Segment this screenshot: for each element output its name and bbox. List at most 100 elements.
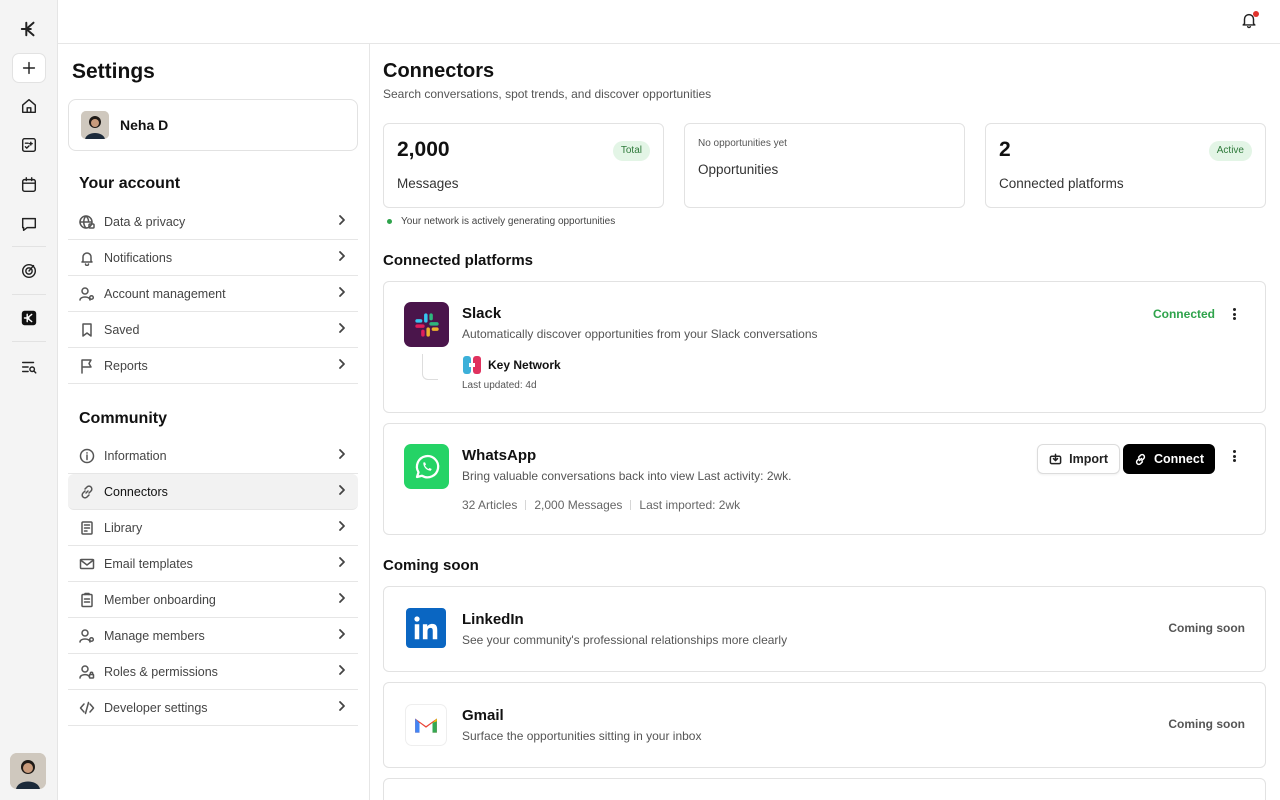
settings-title: Settings xyxy=(72,60,155,83)
menu-item-label: Saved xyxy=(104,322,140,337)
menu-item-roles-permissions[interactable]: Roles & permissions xyxy=(68,654,358,690)
import-icon xyxy=(1049,453,1062,464)
whatsapp-logo-icon xyxy=(404,444,449,489)
book-icon xyxy=(78,519,96,537)
connector-name: Slack xyxy=(462,305,502,322)
chat-icon[interactable] xyxy=(12,209,46,239)
home-icon[interactable] xyxy=(12,91,46,121)
workspace-logo-icon[interactable] xyxy=(12,303,46,333)
last-updated: Last updated: 4d xyxy=(462,380,537,391)
stat-value: 2,000 xyxy=(397,138,450,161)
coming-soon-title: Coming soon xyxy=(383,557,479,574)
bookmark-icon xyxy=(78,321,96,339)
menu-item-manage-members[interactable]: Manage members xyxy=(68,618,358,654)
network-note: Your network is actively generating oppo… xyxy=(387,216,615,227)
menu-item-label: Library xyxy=(104,520,143,535)
connector-card-next xyxy=(383,778,1266,800)
community-menu: Information Connectors Library Email tem… xyxy=(68,438,358,726)
import-label: Import xyxy=(1069,452,1108,466)
menu-item-label: Roles & permissions xyxy=(104,664,218,679)
status-badge: Coming soon xyxy=(1168,717,1245,731)
status-badge: Connected xyxy=(1152,307,1215,321)
chevron-right-icon xyxy=(336,700,348,715)
menu-item-data-privacy[interactable]: Data & privacy xyxy=(68,204,358,240)
clipboard-icon xyxy=(78,591,96,609)
avatar[interactable] xyxy=(10,753,46,789)
info-icon xyxy=(78,447,96,465)
menu-item-member-onboarding[interactable]: Member onboarding xyxy=(68,582,358,618)
menu-item-reports[interactable]: Reports xyxy=(68,348,358,384)
profile-card[interactable]: Neha D xyxy=(68,99,358,151)
menu-item-account-management[interactable]: Account management xyxy=(68,276,358,312)
search-list-icon[interactable] xyxy=(12,352,46,382)
menu-item-label: Member onboarding xyxy=(104,592,216,607)
menu-item-email-templates[interactable]: Email templates xyxy=(68,546,358,582)
user-gear-icon xyxy=(78,285,96,303)
chevron-right-icon xyxy=(336,556,348,571)
menu-item-notifications[interactable]: Notifications xyxy=(68,240,358,276)
stat-note: No opportunities yet xyxy=(698,138,787,149)
page-subtitle: Search conversations, spot trends, and d… xyxy=(383,87,712,101)
stat-card-opportunities: No opportunities yet Opportunities xyxy=(684,123,965,208)
workspace-name[interactable]: Key Network xyxy=(488,358,561,372)
connect-label: Connect xyxy=(1154,452,1204,466)
notification-bell-icon[interactable] xyxy=(1240,11,1260,31)
chevron-right-icon xyxy=(336,520,348,535)
stat-label: Messages xyxy=(397,176,459,191)
menu-item-saved[interactable]: Saved xyxy=(68,312,358,348)
menu-item-label: Connectors xyxy=(104,484,168,499)
chevron-right-icon xyxy=(336,286,348,301)
chevron-right-icon xyxy=(336,448,348,463)
top-bar xyxy=(58,0,1280,44)
new-item-button[interactable] xyxy=(12,53,46,83)
chevron-right-icon xyxy=(336,214,348,229)
more-options-icon[interactable] xyxy=(1229,448,1239,464)
menu-item-label: Information xyxy=(104,448,167,463)
stat-label: Opportunities xyxy=(698,162,779,177)
connector-name: Gmail xyxy=(462,707,504,724)
flag-icon xyxy=(78,357,96,375)
workspace-logo-icon xyxy=(462,355,482,375)
connect-button[interactable]: Connect xyxy=(1123,444,1215,474)
connector-description: Automatically discover opportunities fro… xyxy=(462,327,818,341)
menu-item-information[interactable]: Information xyxy=(68,438,358,474)
chevron-right-icon xyxy=(336,592,348,607)
linkedin-logo-icon xyxy=(406,608,446,648)
tree-connector-line xyxy=(422,354,438,380)
tasks-icon[interactable] xyxy=(12,130,46,160)
calendar-icon[interactable] xyxy=(12,170,46,200)
more-options-icon[interactable] xyxy=(1229,306,1239,322)
connector-meta: 32 Articles 2,000 Messages Last imported… xyxy=(462,498,740,512)
connector-description: See your community's professional relati… xyxy=(462,633,788,647)
menu-item-label: Manage members xyxy=(104,628,205,643)
page-title: Connectors xyxy=(383,60,495,82)
menu-item-developer-settings[interactable]: Developer settings xyxy=(68,690,358,726)
connectors-panel: Connectors Search conversations, spot tr… xyxy=(370,44,1280,800)
connector-card-linkedin: LinkedIn See your community's profession… xyxy=(383,586,1266,672)
chevron-right-icon xyxy=(336,358,348,373)
connector-description: Bring valuable conversations back into v… xyxy=(462,469,792,483)
connector-card-slack: Slack Automatically discover opportuniti… xyxy=(383,281,1266,413)
status-dot xyxy=(387,219,392,224)
stat-card-platforms: 2 Active Connected platforms xyxy=(985,123,1266,208)
settings-sidebar: Settings Neha D Your account Data & priv… xyxy=(58,44,370,800)
menu-item-library[interactable]: Library xyxy=(68,510,358,546)
analytics-icon[interactable] xyxy=(12,256,46,286)
status-badge: Coming soon xyxy=(1168,621,1245,635)
articles-count: 32 Articles xyxy=(462,498,518,512)
connected-platforms-title: Connected platforms xyxy=(383,252,534,269)
import-button[interactable]: Import xyxy=(1037,444,1120,474)
account-menu: Data & privacy Notifications Account man… xyxy=(68,204,358,384)
menu-item-label: Account management xyxy=(104,286,226,301)
your-account-title: Your account xyxy=(79,175,181,192)
connector-card-gmail: Gmail Surface the opportunities sitting … xyxy=(383,682,1266,768)
messages-count: 2,000 Messages xyxy=(534,498,623,512)
menu-item-connectors[interactable]: Connectors xyxy=(68,474,358,510)
stat-card-messages: 2,000 Total Messages xyxy=(383,123,664,208)
avatar xyxy=(81,111,109,139)
stat-value: 2 xyxy=(999,138,1011,161)
stat-label: Connected platforms xyxy=(999,176,1124,191)
menu-item-label: Reports xyxy=(104,358,148,373)
app-logo-icon[interactable] xyxy=(12,14,46,44)
link-icon xyxy=(1135,453,1146,465)
